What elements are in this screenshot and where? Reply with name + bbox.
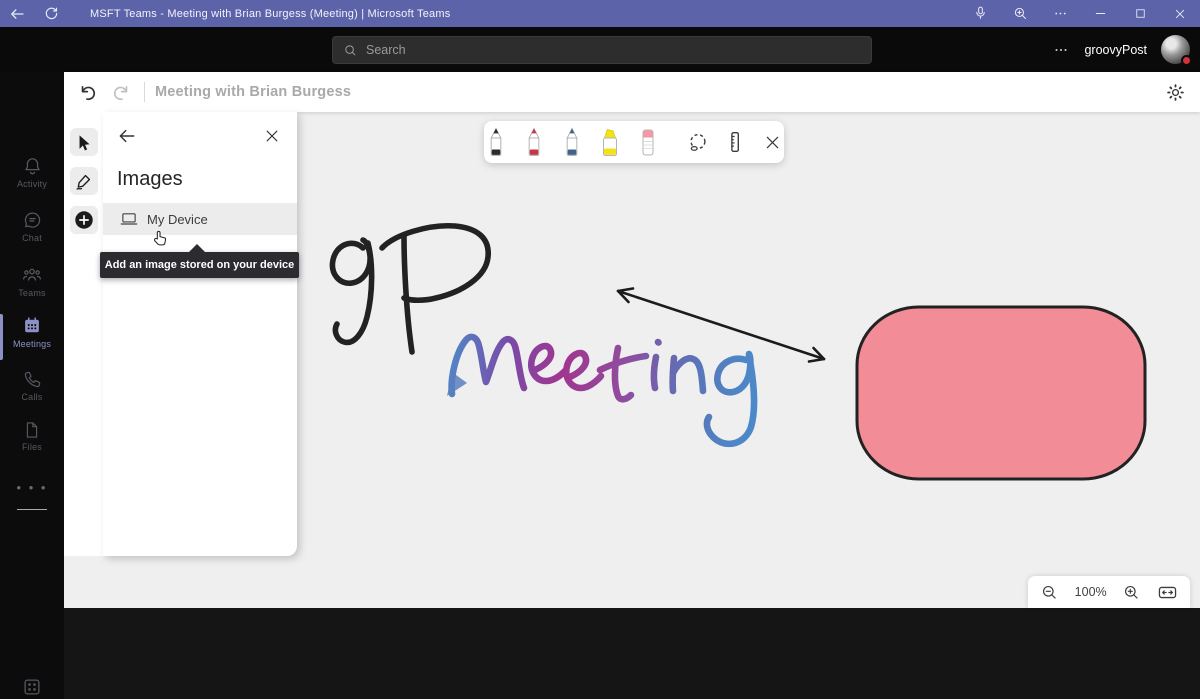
refresh-icon[interactable] (34, 0, 68, 27)
header-more-icon[interactable] (1052, 41, 1070, 59)
account-name[interactable]: groovyPost (1084, 43, 1147, 57)
sidebar-item-teams[interactable]: Teams (0, 264, 64, 298)
sidebar-item-calls[interactable]: Calls (0, 369, 64, 402)
panel-close-icon[interactable] (263, 127, 281, 145)
fit-to-width-icon[interactable] (1157, 582, 1178, 603)
teams-header: groovyPost (0, 27, 1200, 72)
teams-icon (21, 264, 43, 286)
panel-back-icon[interactable] (117, 126, 137, 146)
search-box[interactable] (332, 36, 872, 64)
sidebar-item-files[interactable]: Files (0, 420, 64, 452)
avatar[interactable] (1161, 35, 1190, 64)
black-pen[interactable] (484, 127, 508, 157)
zoom-in-icon[interactable] (1122, 583, 1141, 602)
select-tool[interactable] (70, 128, 98, 156)
whiteboard-toolbar: Meeting with Brian Burgess (64, 72, 1200, 112)
add-content-tool[interactable] (70, 206, 98, 234)
window-title: MSFT Teams - Meeting with Brian Burgess … (90, 8, 450, 20)
yellow-highlighter[interactable] (598, 127, 622, 157)
mic-icon[interactable] (960, 0, 1000, 27)
create-panel-rail (64, 112, 103, 556)
tooltip-caret (188, 244, 206, 253)
file-icon (22, 420, 42, 440)
blue-pen[interactable] (560, 127, 584, 157)
chat-icon (22, 210, 43, 231)
pen-tool[interactable] (70, 167, 98, 195)
red-pen[interactable] (522, 127, 546, 157)
my-device-item[interactable]: My Device (103, 203, 297, 235)
bell-icon (22, 156, 43, 177)
zoom-level: 100% (1075, 585, 1107, 599)
sidebar-item-activity[interactable]: Activity (0, 156, 64, 189)
search-icon (343, 43, 358, 58)
drawn-shape[interactable] (857, 307, 1145, 479)
window-more-icon[interactable] (1040, 0, 1080, 27)
redo-icon[interactable] (104, 75, 138, 109)
close-pen-toolbar-icon[interactable] (761, 129, 784, 155)
tooltip: Add an image stored on your device (100, 252, 299, 278)
settings-gear-icon[interactable] (1158, 75, 1192, 109)
calendar-icon (21, 315, 43, 337)
panel-title: Images (117, 168, 297, 191)
drawn-word-meeting[interactable] (452, 337, 754, 444)
sidebar-more-icon[interactable]: • • • (0, 480, 64, 495)
device-icon (120, 212, 138, 227)
sidebar-item-apps[interactable]: Apps (0, 676, 64, 699)
eraser[interactable] (636, 127, 660, 157)
whiteboard-title: Meeting with Brian Burgess (155, 84, 351, 100)
images-panel: Images My Device (103, 112, 297, 556)
undo-icon[interactable] (70, 75, 104, 109)
zoom-search-icon[interactable] (1000, 0, 1040, 27)
zoom-controls: 100% (1028, 576, 1190, 608)
back-icon[interactable] (0, 0, 34, 27)
teams-app-window: MSFT Teams - Meeting with Brian Burgess … (0, 0, 1200, 699)
window-titlebar: MSFT Teams - Meeting with Brian Burgess … (0, 0, 1200, 27)
drawn-initials-gP[interactable] (332, 226, 488, 352)
pen-toolbar (484, 121, 784, 163)
my-device-label: My Device (147, 212, 208, 227)
apps-grid-icon (21, 676, 43, 698)
lasso-select-tool[interactable] (686, 129, 709, 155)
zoom-out-icon[interactable] (1040, 583, 1059, 602)
minimize-icon[interactable] (1080, 0, 1120, 27)
sidebar-item-meetings[interactable]: Meetings (0, 315, 64, 349)
maximize-icon[interactable] (1120, 0, 1160, 27)
sidebar-item-chat[interactable]: Chat (0, 210, 64, 243)
phone-icon (22, 369, 43, 390)
close-window-icon[interactable] (1160, 0, 1200, 27)
hand-cursor-icon (153, 230, 168, 247)
status-busy-dot (1181, 55, 1192, 66)
app-sidebar: Activity Chat Teams Meetings Calls Files… (0, 72, 64, 699)
ruler-tool[interactable] (723, 129, 746, 155)
header-divider (144, 82, 145, 102)
search-input[interactable] (366, 43, 846, 57)
sidebar-divider (17, 509, 47, 510)
drawn-arrow[interactable] (618, 289, 824, 362)
stage-background (64, 608, 1200, 699)
